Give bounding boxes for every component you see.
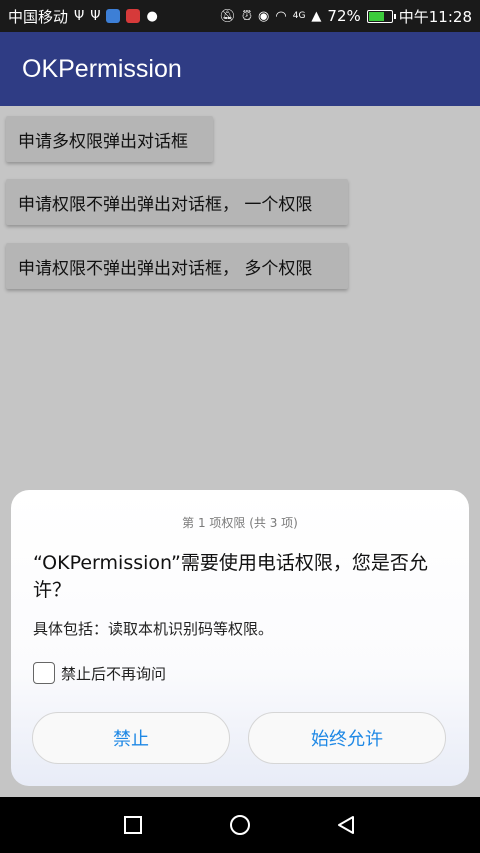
always-allow-button[interactable]: 始终允许	[248, 712, 446, 764]
battery-level	[368, 11, 385, 21]
signal-icon: ▲	[311, 8, 322, 24]
app-bar: OKPermission	[0, 32, 480, 106]
alarm-icon: ⏰︎	[241, 8, 253, 24]
dont-ask-again-row[interactable]: 禁止后不再询问	[33, 662, 166, 684]
permission-dialog: 第 1 项权限 (共 3 项) “OKPermission”需要使用电话权限，您…	[11, 490, 469, 786]
status-bar: 中国移动 Ψ Ψ ● 🔕︎ ⏰︎ ◉ ◠ 4G ▲ 72% 中午11:28	[0, 0, 480, 32]
request-single-permission-no-dialog-button[interactable]: 申请权限不弹出弹出对话框， 一个权限	[6, 179, 348, 225]
request-multi-permission-button[interactable]: 申请多权限弹出对话框	[6, 116, 213, 162]
permission-dialog-title: “OKPermission”需要使用电话权限，您是否允许？	[33, 552, 428, 601]
recents-icon[interactable]	[123, 815, 143, 835]
app-title: OKPermission	[22, 54, 182, 83]
request-multi-permission-no-dialog-button[interactable]: 申请权限不弹出弹出对话框， 多个权限	[6, 243, 348, 289]
home-icon[interactable]	[229, 814, 251, 836]
permission-step-indicator: 第 1 项权限 (共 3 项)	[182, 516, 298, 530]
chat-icon: ●	[146, 8, 158, 24]
usb-icon: Ψ	[74, 8, 85, 24]
eye-comfort-icon: ◉	[258, 8, 270, 24]
battery-percent: 72%	[327, 7, 361, 25]
usb-debug-icon: Ψ	[90, 8, 101, 24]
location-app-icon	[106, 9, 121, 23]
carrier-label: 中国移动	[8, 7, 69, 26]
wifi-icon: ◠	[275, 8, 287, 24]
navigation-bar	[0, 797, 480, 853]
dont-ask-again-checkbox[interactable]	[33, 662, 55, 684]
clock: 中午11:28	[398, 7, 472, 26]
status-left: 中国移动 Ψ Ψ ●	[8, 6, 158, 27]
status-right: 🔕︎ ⏰︎ ◉ ◠ 4G ▲ 72% 中午11:28	[219, 6, 472, 27]
back-icon[interactable]	[336, 815, 356, 835]
deny-button[interactable]: 禁止	[32, 712, 230, 764]
notification-app-icon	[126, 9, 141, 23]
network-type-label: 4G	[292, 11, 306, 21]
battery-icon	[366, 9, 396, 23]
mute-icon: 🔕︎	[219, 8, 236, 24]
dont-ask-again-label: 禁止后不再询问	[61, 664, 167, 683]
permission-dialog-description: 具体包括：读取本机识别码等权限。	[33, 620, 274, 638]
